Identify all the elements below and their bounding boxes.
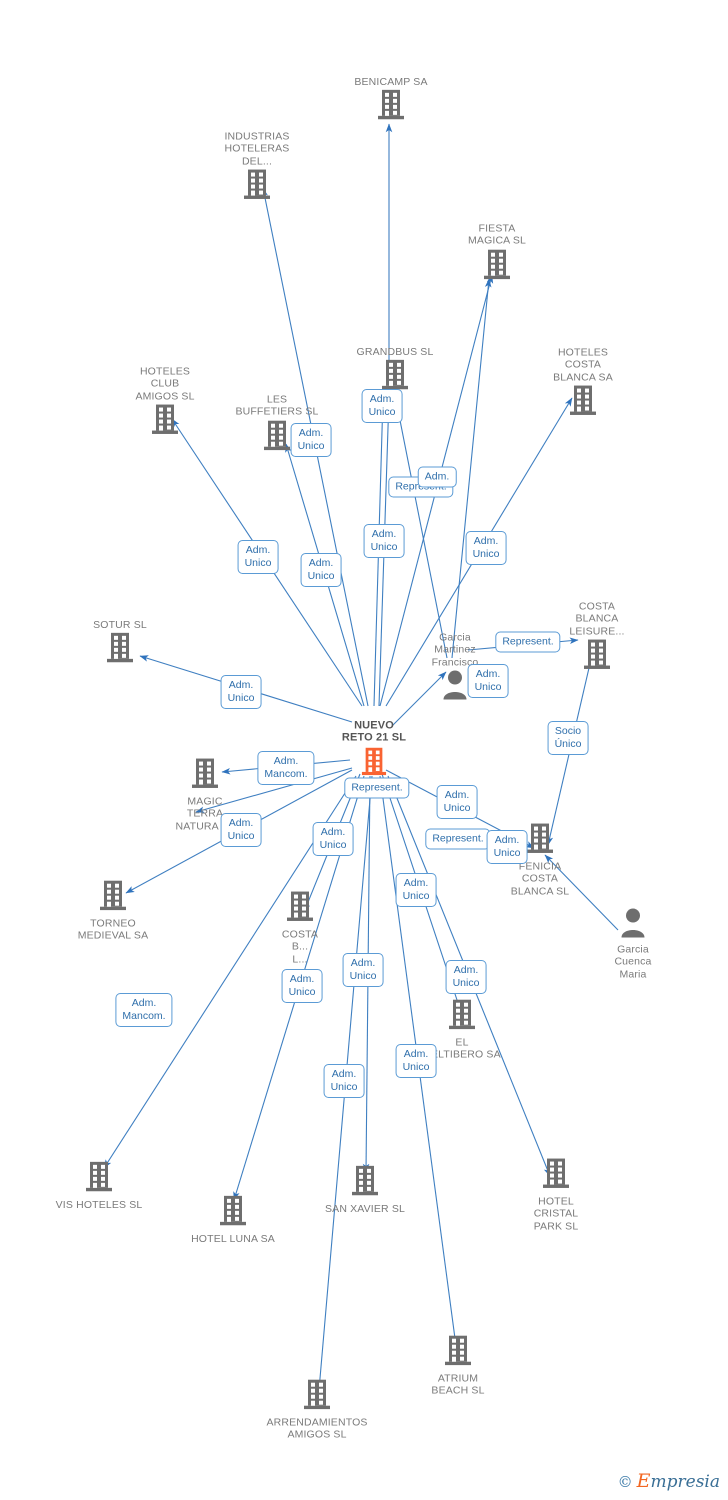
brand-initial: E xyxy=(636,1470,651,1492)
node-label: HOTEL LUNA SA xyxy=(191,1232,275,1245)
graph-node-arrendamientos[interactable]: ARRENDAMIENTOS AMIGOS SL xyxy=(262,1379,372,1442)
node-label: ARRENDAMIENTOS AMIGOS SL xyxy=(266,1416,368,1441)
relation-badge-b-torneo-mancom[interactable]: Adm. Mancom. xyxy=(115,993,173,1027)
building-icon xyxy=(58,880,168,917)
building-icon xyxy=(202,168,312,205)
graph-node-benicamp[interactable]: BENICAMP SA xyxy=(336,76,446,126)
relation-badge-b-fiesta[interactable]: Adm. Unico xyxy=(465,531,507,565)
building-icon xyxy=(442,248,552,285)
graph-node-vis-hoteles[interactable]: VIS HOTELES SL xyxy=(44,1161,154,1211)
relation-badge-b-adm-behind[interactable]: Adm. xyxy=(417,466,457,488)
building-icon xyxy=(44,1161,154,1198)
node-label: LES BUFFETIERS SL xyxy=(235,393,319,418)
relation-badge-b-costa-leisure[interactable]: Represent. xyxy=(495,631,561,653)
node-label: GRANDBUS SL xyxy=(356,345,434,358)
graph-node-nuevo-reto-21[interactable]: NUEVO RETO 21 SL xyxy=(319,720,429,783)
graph-node-hotel-cristal[interactable]: HOTEL CRISTAL PARK SL xyxy=(501,1158,611,1233)
relation-badge-b-costa2-adm[interactable]: Adm. Unico xyxy=(281,969,323,1003)
node-label: BENICAMP SA xyxy=(354,75,428,88)
node-label: Garcia Martinez Francisco xyxy=(431,631,479,669)
building-icon xyxy=(336,89,446,126)
node-label: HOTELES CLUB AMIGOS SL xyxy=(135,365,195,403)
building-icon xyxy=(110,403,220,440)
building-icon xyxy=(403,1335,513,1372)
node-label: HOTELES COSTA BLANCA SA xyxy=(553,346,613,384)
copyright-icon: © xyxy=(617,1473,633,1491)
graph-node-industrias[interactable]: INDUSTRIAS HOTELERAS DEL... xyxy=(202,131,312,206)
graph-node-hotel-luna[interactable]: HOTEL LUNA SA xyxy=(178,1195,288,1245)
graph-node-hoteles-costa-blanca[interactable]: HOTELES COSTA BLANCA SA xyxy=(528,347,638,422)
relation-badge-b-mid-adm[interactable]: Adm. Unico xyxy=(395,873,437,907)
graph-node-hoteles-club[interactable]: HOTELES CLUB AMIGOS SL xyxy=(110,366,220,441)
graph-node-sotur[interactable]: SOTUR SL xyxy=(65,619,175,669)
brand-name: mpresia xyxy=(650,1472,721,1492)
relation-badge-b-arrend-adm[interactable]: Adm. Unico xyxy=(323,1064,365,1098)
node-label: Garcia Cuenca Maria xyxy=(614,943,652,981)
node-label: FENICIA COSTA BLANCA SL xyxy=(510,860,570,898)
node-label: NUEVO RETO 21 SL xyxy=(341,719,407,744)
node-label: HOTEL CRISTAL PARK SL xyxy=(533,1195,579,1233)
node-label: SAN XAVIER SL xyxy=(325,1202,405,1215)
relation-badge-b-grandbus[interactable]: Adm. Unico xyxy=(361,389,403,423)
building-icon xyxy=(65,632,175,669)
node-label: TORNEO MEDIEVAL SA xyxy=(77,917,149,942)
relation-badge-b-fenicia-adm2[interactable]: Adm. Unico xyxy=(486,830,528,864)
node-label: SOTUR SL xyxy=(93,618,147,631)
relation-badge-b-sotur[interactable]: Adm. Unico xyxy=(220,675,262,709)
relation-badge-b-celtibero-adm[interactable]: Adm. Unico xyxy=(445,960,487,994)
graph-edge[interactable] xyxy=(451,278,492,659)
relationship-graph-canvas: NUEVO RETO 21 SL BENICAMP SA INDUSTRIAS HO… xyxy=(0,0,728,1500)
relation-badge-b-hoteles-club[interactable]: Adm. Unico xyxy=(237,540,279,574)
graph-node-costa-blanca-2[interactable]: COSTA B... L... xyxy=(245,891,355,966)
building-icon xyxy=(245,891,355,928)
relation-badge-b-sanxavier-adm[interactable]: Adm. Unico xyxy=(342,953,384,987)
building-icon xyxy=(501,1158,611,1195)
node-label: VIS HOTELES SL xyxy=(55,1198,143,1211)
relation-badge-b-industrias[interactable]: Adm. Unico xyxy=(300,553,342,587)
building-icon xyxy=(262,1379,372,1416)
building-icon xyxy=(178,1195,288,1232)
relation-badge-b-garcia-adm[interactable]: Adm. Unico xyxy=(467,664,509,698)
node-label: ATRIUM BEACH SL xyxy=(431,1372,485,1397)
building-icon xyxy=(310,1165,420,1202)
relation-badge-b-magic-adm[interactable]: Adm. Unico xyxy=(220,813,262,847)
relation-badge-b-fenicia-adm1[interactable]: Adm. Unico xyxy=(436,785,478,819)
node-label: COSTA B... L... xyxy=(281,928,319,966)
relation-badge-b-atrium-adm[interactable]: Adm. Unico xyxy=(395,1044,437,1078)
relation-badge-b-center-left[interactable]: Adm. Unico xyxy=(312,822,354,856)
graph-node-atrium-beach[interactable]: ATRIUM BEACH SL xyxy=(403,1335,513,1398)
building-icon xyxy=(150,758,260,795)
graph-node-san-xavier[interactable]: SAN XAVIER SL xyxy=(310,1165,420,1215)
relation-badge-b-socio-unico[interactable]: Socio Único xyxy=(547,721,589,755)
empresia-watermark: © Empresia xyxy=(617,1470,721,1493)
building-icon xyxy=(407,999,517,1036)
relation-badge-b-buffetiers[interactable]: Adm. Unico xyxy=(290,423,332,457)
graph-node-torneo[interactable]: TORNEO MEDIEVAL SA xyxy=(58,880,168,943)
relation-badge-b-benicamp[interactable]: Adm. Unico xyxy=(363,524,405,558)
relation-badge-b-magic-mancom[interactable]: Adm. Mancom. xyxy=(257,751,315,785)
graph-node-fiesta-magica[interactable]: FIESTA MAGICA SL xyxy=(442,223,552,286)
graph-node-garcia-cuenca[interactable]: Garcia Cuenca Maria xyxy=(578,908,688,981)
relation-badge-b-represent-r[interactable]: Represent. xyxy=(425,828,491,850)
node-label: INDUSTRIAS HOTELERAS DEL... xyxy=(224,130,290,168)
building-icon xyxy=(528,384,638,421)
person-icon xyxy=(578,908,688,943)
relation-badge-b-represent-main[interactable]: Represent. xyxy=(344,777,410,799)
node-label: FIESTA MAGICA SL xyxy=(468,222,526,247)
